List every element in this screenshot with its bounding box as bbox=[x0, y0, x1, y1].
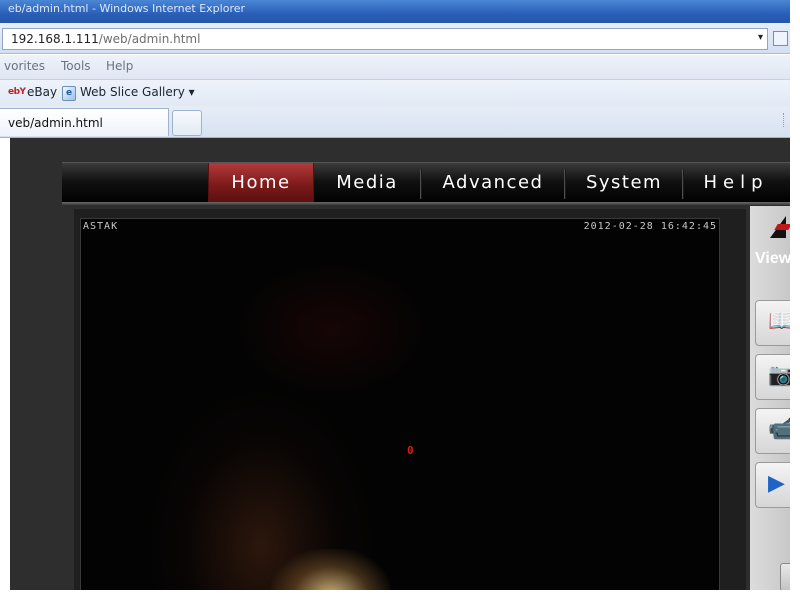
nav-help[interactable]: Help bbox=[686, 163, 786, 203]
brand-logo-accent bbox=[774, 224, 790, 230]
video-content bbox=[231, 259, 431, 399]
video-content bbox=[271, 549, 391, 590]
side-panel-toggle[interactable] bbox=[780, 563, 790, 590]
side-panel-heading: View bbox=[755, 250, 790, 267]
main-nav: Home Media Advanced System Help bbox=[62, 162, 790, 203]
toolbar-overflow-icon[interactable] bbox=[783, 113, 791, 127]
nav-media[interactable]: Media bbox=[314, 163, 420, 203]
url-host: 192.168.1.111 bbox=[11, 32, 99, 46]
osd-timestamp: 2012-02-28 16:42:45 bbox=[583, 221, 717, 232]
osd-camera-name: ASTAK bbox=[83, 221, 119, 232]
menu-favorites[interactable]: vorites bbox=[4, 59, 45, 73]
nav-underline bbox=[62, 202, 790, 205]
web-slice-icon: e bbox=[62, 86, 76, 101]
menu-bar: vorites Tools Help bbox=[0, 55, 790, 80]
url-path: /web/admin.html bbox=[98, 32, 201, 46]
url-dropdown-icon[interactable]: ▾ bbox=[758, 32, 763, 43]
nav-system[interactable]: System bbox=[566, 163, 682, 203]
play-button[interactable]: ▶ bbox=[755, 462, 790, 508]
menu-tools[interactable]: Tools bbox=[61, 59, 91, 73]
video-camera-icon: 📹 bbox=[768, 417, 790, 443]
window-title-bar: eb/admin.html - Windows Internet Explore… bbox=[0, 0, 790, 23]
nav-advanced[interactable]: Advanced bbox=[422, 163, 564, 203]
camera-admin-page: Home Media Advanced System Help ASTAK 20… bbox=[10, 138, 790, 590]
view-side-panel: View 📖 📷 📹 ▶ bbox=[750, 206, 790, 590]
compatibility-view-icon[interactable] bbox=[773, 31, 788, 46]
play-icon: ▶ bbox=[768, 471, 785, 496]
ebay-icon: ebY bbox=[8, 87, 26, 97]
tab-admin[interactable]: veb/admin.html bbox=[0, 108, 169, 136]
side-book-button[interactable]: 📖 bbox=[755, 300, 790, 346]
record-button[interactable]: 📹 bbox=[755, 408, 790, 454]
menu-help[interactable]: Help bbox=[106, 59, 133, 73]
url-text: 192.168.1.111/web/admin.html bbox=[11, 32, 200, 46]
favorites-bar: ebY eBay e Web Slice Gallery ▾ bbox=[0, 80, 790, 106]
address-bar: 192.168.1.111/web/admin.html ▾ bbox=[0, 23, 790, 54]
live-video[interactable]: ASTAK 2012-02-28 16:42:45 0 bbox=[80, 218, 720, 590]
tab-strip: veb/admin.html bbox=[0, 106, 790, 138]
snapshot-button[interactable]: 📷 bbox=[755, 354, 790, 400]
osd-center-marker: 0 bbox=[407, 444, 414, 457]
book-icon: 📖 bbox=[768, 309, 790, 335]
favorite-web-slice-gallery[interactable]: Web Slice Gallery ▾ bbox=[80, 85, 195, 99]
camera-icon: 📷 bbox=[768, 363, 790, 389]
nav-divider bbox=[682, 169, 684, 199]
new-tab-button[interactable] bbox=[172, 110, 202, 136]
window-title: eb/admin.html - Windows Internet Explore… bbox=[8, 2, 246, 15]
tab-admin-label: veb/admin.html bbox=[8, 116, 103, 130]
nav-home[interactable]: Home bbox=[208, 163, 314, 203]
favorite-ebay[interactable]: eBay bbox=[27, 85, 57, 99]
url-input[interactable]: 192.168.1.111/web/admin.html ▾ bbox=[2, 28, 768, 50]
